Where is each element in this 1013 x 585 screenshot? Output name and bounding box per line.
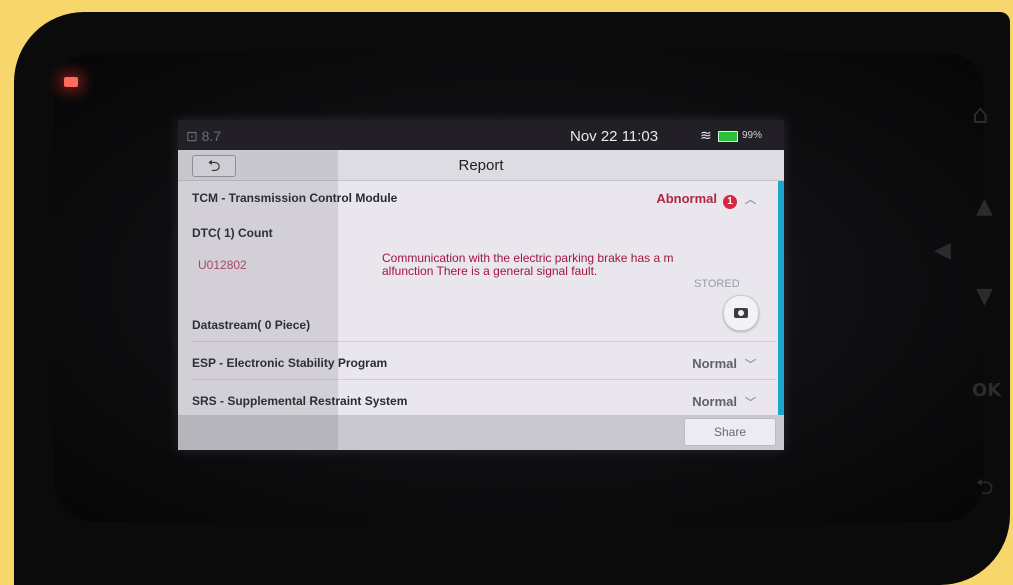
camera-lens xyxy=(738,310,744,316)
title-bar: ⮌ Report xyxy=(178,150,784,181)
module-status: Abnormal 1 ︿ xyxy=(656,191,756,209)
divider xyxy=(192,341,776,342)
datastream-label: Datastream( 0 Piece) xyxy=(192,318,311,332)
module-row-esp[interactable]: ESP - Electronic Stability Program Norma… xyxy=(192,356,776,372)
fault-count-badge: 1 xyxy=(723,195,737,209)
module-status: Normal ﹀ xyxy=(692,394,756,410)
left-key-icon[interactable]: ◀ xyxy=(934,238,951,263)
home-key-icon[interactable]: ⌂ xyxy=(972,100,989,130)
share-button[interactable]: Share xyxy=(684,418,776,446)
module-name: SRS - Supplemental Restraint System xyxy=(192,394,408,408)
status-indicators: ⊡ 8.7 xyxy=(186,128,222,144)
dtc-state: STORED xyxy=(694,278,740,290)
status-normal: Normal xyxy=(692,394,737,409)
chevron-down-icon[interactable]: ﹀ xyxy=(745,358,756,371)
ok-key[interactable]: OK xyxy=(972,380,1001,401)
status-normal: Normal xyxy=(692,356,737,371)
status-datetime: Nov 22 11:03 xyxy=(570,128,659,145)
battery-percent: 99% xyxy=(742,130,763,141)
dtc-count-label: DTC( 1) Count xyxy=(192,226,273,240)
module-name: ESP - Electronic Stability Program xyxy=(192,356,388,370)
module-status: Normal ﹀ xyxy=(692,356,756,372)
report-content: TCM - Transmission Control Module Abnorm… xyxy=(178,181,784,415)
status-bar: ⊡ 8.7 Nov 22 11:03 ≋ 99% xyxy=(178,120,784,150)
chevron-up-icon[interactable]: ︿ xyxy=(745,193,756,206)
back-key-icon[interactable]: ⮌ xyxy=(976,470,994,508)
page-title: Report xyxy=(458,157,504,174)
down-key-icon[interactable]: ▼ xyxy=(976,284,993,309)
up-key-icon[interactable]: ▲ xyxy=(976,194,993,219)
module-row-tcm[interactable]: TCM - Transmission Control Module Abnorm… xyxy=(192,191,776,209)
dtc-code: U012802 xyxy=(198,258,247,272)
wifi-icon: ≋ xyxy=(700,127,712,143)
module-row-srs[interactable]: SRS - Supplemental Restraint System Norm… xyxy=(192,394,776,410)
device-screen: ⊡ 8.7 Nov 22 11:03 ≋ 99% ⮌ Report TCM - … xyxy=(178,120,784,450)
chevron-down-icon[interactable]: ﹀ xyxy=(745,396,756,409)
dtc-description: Communication with the electric parking … xyxy=(382,251,674,278)
power-led xyxy=(64,77,78,87)
status-abnormal: Abnormal xyxy=(656,191,717,206)
footer-bar: Share xyxy=(178,415,784,450)
scroll-indicator[interactable] xyxy=(778,181,784,415)
divider xyxy=(192,379,776,380)
battery-icon xyxy=(718,131,738,142)
module-name: TCM - Transmission Control Module xyxy=(192,191,398,205)
